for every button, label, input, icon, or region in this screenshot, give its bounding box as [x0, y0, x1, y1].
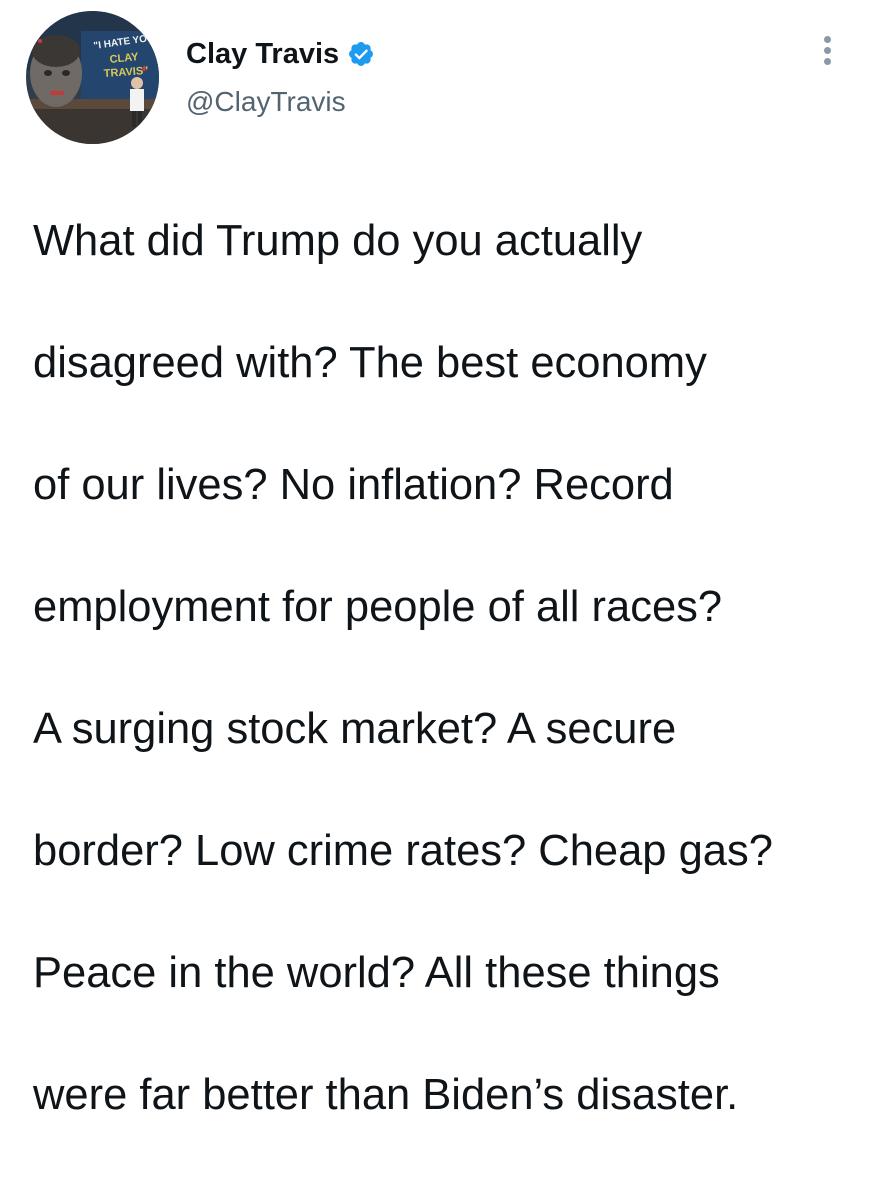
tweet-card: "I HATE YOU CLAY TRAVIS" Clay Travis @Cl…: [0, 0, 875, 1119]
tweet-text-line: employment for people of all races?: [33, 583, 723, 631]
tweet-text-line: Peace in the world? All these things: [33, 949, 720, 997]
more-dot: [823, 36, 831, 43]
tweet-text-line: of our lives? No inflation? Record: [33, 461, 674, 509]
more-dot: [823, 58, 831, 65]
author-display-name[interactable]: Clay Travis: [186, 38, 339, 71]
avatar-photo: "I HATE YOU CLAY TRAVIS": [26, 11, 159, 144]
author-name-row: Clay Travis: [186, 34, 375, 74]
verified-badge-icon: [347, 40, 375, 68]
tweet-text-line: What did Trump do you actually: [33, 217, 643, 265]
tweet-text-line: border? Low crime rates? Cheap gas?: [33, 827, 773, 875]
more-dot: [823, 47, 831, 54]
tweet-text-line: A surging stock market? A secure: [33, 705, 677, 753]
author-handle[interactable]: @ClayTravis: [186, 86, 346, 118]
more-options-icon[interactable]: [812, 36, 842, 70]
avatar[interactable]: "I HATE YOU CLAY TRAVIS": [26, 11, 159, 144]
tweet-text-line: were far better than Biden’s disaster.: [33, 1071, 739, 1119]
tweet-text: What did Trump do you actually disagreed…: [33, 150, 863, 1187]
tweet-text-line: disagreed with? The best economy: [33, 339, 707, 387]
